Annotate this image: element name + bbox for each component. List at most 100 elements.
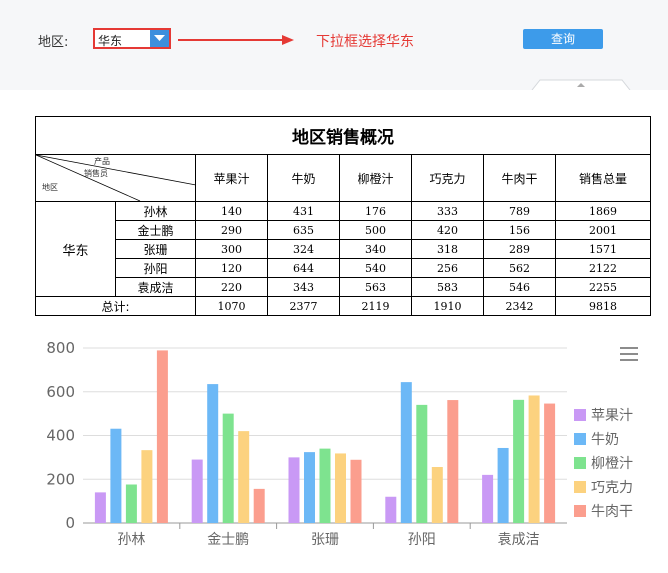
total-cell: 2119: [339, 296, 412, 316]
table-cell: 120: [195, 258, 268, 278]
x-tick-label: 金士鹏: [207, 532, 249, 548]
total-label: 总计:: [35, 296, 196, 316]
column-header: 巧克力: [411, 154, 484, 202]
region-select-value: 华东: [98, 34, 123, 48]
legend-label: 牛肉干: [591, 504, 633, 520]
legend-label: 巧克力: [591, 480, 633, 496]
bar: [94, 492, 106, 523]
x-tick-label: 孙阳: [408, 532, 436, 548]
total-cell: 2377: [267, 296, 340, 316]
total-cell: 2342: [483, 296, 556, 316]
table-cell: 333: [411, 201, 484, 221]
region-filter-label: 地区:: [38, 35, 69, 50]
table-cell: 156: [483, 220, 556, 240]
x-tick-label: 袁成洁: [498, 532, 540, 548]
table-cell: 340: [339, 239, 412, 259]
table-cell: 290: [195, 220, 268, 240]
region-select[interactable]: 华东: [93, 28, 171, 49]
header-corner: 产品 销售员 地区: [35, 154, 196, 202]
total-cell: 9818: [555, 296, 651, 316]
legend-swatch: [574, 433, 586, 445]
table-cell: 343: [267, 277, 340, 297]
report-title: 地区销售概况: [35, 116, 651, 155]
bar: [141, 450, 153, 523]
bar: [350, 459, 362, 523]
y-tick-label: 200: [46, 470, 75, 488]
bar: [544, 403, 556, 523]
table-cell: 300: [195, 239, 268, 259]
corner-region-label: 地区: [42, 183, 58, 192]
menu-icon[interactable]: [620, 347, 638, 363]
table-cell: 583: [411, 277, 484, 297]
collapse-toggle[interactable]: [526, 79, 636, 90]
bar: [222, 413, 234, 523]
sales-report-table: 地区销售概况 产品 销售员 地区 苹果汁 牛奶 柳橙汁 巧克力 牛肉干 销售总量…: [35, 116, 651, 316]
table-cell: 140: [195, 201, 268, 221]
bar: [319, 448, 331, 523]
table-cell: 2122: [555, 258, 651, 278]
bar: [110, 428, 122, 523]
bar: [416, 404, 428, 523]
corner-product-label: 产品: [94, 157, 110, 166]
table-cell: 289: [483, 239, 556, 259]
table-cell: 2001: [555, 220, 651, 240]
column-header: 柳橙汁: [339, 154, 412, 202]
legend-label: 牛奶: [591, 432, 619, 448]
table-cell: 420: [411, 220, 484, 240]
table-cell: 1869: [555, 201, 651, 221]
table-cell: 789: [483, 201, 556, 221]
bar: [125, 484, 137, 523]
column-header: 牛肉干: [483, 154, 556, 202]
query-button[interactable]: 查询: [523, 29, 603, 49]
filter-toolbar: 地区: 华东 下拉框选择华东 查询: [0, 0, 668, 90]
total-cell: 1070: [195, 296, 268, 316]
column-header: 销售总量: [555, 154, 651, 202]
bar: [400, 382, 412, 523]
table-cell: 635: [267, 220, 340, 240]
salesperson-name: 袁成洁: [115, 277, 196, 297]
corner-salesperson-label: 销售员: [84, 169, 108, 178]
table-cell: 176: [339, 201, 412, 221]
table-cell: 431: [267, 201, 340, 221]
arrow-right-icon: [178, 35, 294, 45]
table-cell: 318: [411, 239, 484, 259]
column-header: 牛奶: [267, 154, 340, 202]
y-tick-label: 0: [65, 514, 75, 532]
bar: [207, 384, 219, 523]
table-cell: 644: [267, 258, 340, 278]
hint-annotation: 下拉框选择华东: [316, 34, 414, 50]
table-cell: 220: [195, 277, 268, 297]
y-tick-label: 400: [46, 427, 75, 445]
bar: [431, 467, 443, 523]
salesperson-name: 金士鹏: [115, 220, 196, 240]
legend-label: 苹果汁: [591, 408, 633, 424]
legend-swatch: [574, 481, 586, 493]
y-tick-label: 800: [46, 339, 75, 357]
column-header: 苹果汁: [195, 154, 268, 202]
legend-swatch: [574, 505, 586, 517]
y-tick-label: 600: [46, 383, 75, 401]
bar: [238, 431, 250, 523]
table-cell: 2255: [555, 277, 651, 297]
bar: [156, 350, 168, 523]
chevron-down-icon[interactable]: [150, 30, 169, 47]
table-cell: 500: [339, 220, 412, 240]
x-tick-label: 孙林: [117, 532, 145, 548]
bar: [528, 395, 540, 523]
bar: [288, 457, 300, 523]
bar: [447, 400, 459, 523]
bar: [497, 447, 509, 523]
bar: [385, 496, 397, 523]
legend-swatch: [574, 457, 586, 469]
x-tick-label: 张珊: [311, 532, 339, 548]
bar: [304, 452, 315, 523]
table-cell: 324: [267, 239, 340, 259]
bar: [482, 474, 494, 523]
bar: [253, 488, 265, 523]
sales-bar-chart: 0 200 400 600 800 孙林 金士鹏 张珊 孙阳 袁成洁 苹果汁牛奶柳橙汁巧克力牛肉干: [46, 339, 633, 548]
salesperson-name: 张珊: [115, 239, 196, 259]
table-cell: 540: [339, 258, 412, 278]
table-cell: 563: [339, 277, 412, 297]
salesperson-name: 孙林: [115, 201, 196, 221]
legend-swatch: [574, 409, 586, 421]
